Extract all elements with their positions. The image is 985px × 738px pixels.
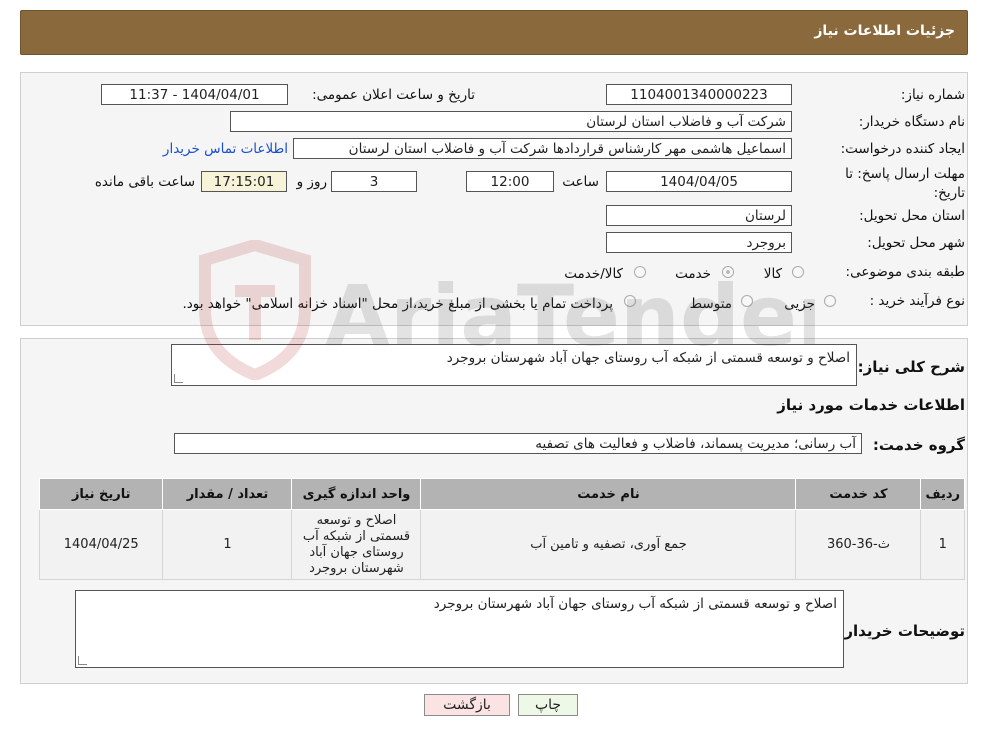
creator-label: ایجاد کننده درخواست: (840, 141, 965, 157)
col-need-date: تاریخ نیاز (38, 478, 164, 510)
cell-need-date: 1404/04/25 (38, 509, 164, 580)
creator-field: اسماعیل هاشمی مهر کارشناس قراردادها شرکت… (293, 138, 792, 159)
cell-row: 1 (920, 509, 965, 580)
col-row: ردیف (920, 478, 965, 510)
process-radio-minor[interactable] (824, 295, 836, 307)
service-group-field: آب رسانی؛ مدیریت پسماند، فاضلاب و فعالیت… (174, 433, 862, 454)
page-title: جزئیات اطلاعات نیاز (814, 23, 955, 39)
category-option-goods: کالا (763, 266, 782, 282)
city-label: شهر محل تحویل: (867, 235, 965, 251)
process-option-minor: جزیی (784, 296, 815, 312)
process-radio-medium[interactable] (741, 295, 753, 307)
service-group-label: گروه خدمت: (872, 436, 965, 454)
cell-unit: اصلاح و توسعه قسمتی از شبکه آب روستای جه… (291, 509, 422, 580)
need-number-field: 1104001340000223 (606, 84, 792, 105)
province-label: استان محل تحویل: (859, 208, 965, 224)
province-field: لرستان (606, 205, 792, 226)
remaining-label: ساعت باقی مانده (94, 174, 195, 190)
deadline-label: مهلت ارسال پاسخ: تا تاریخ: (810, 165, 965, 203)
deadline-time-label: ساعت (562, 174, 599, 190)
days-field: 3 (331, 171, 417, 192)
table-row: 1 ث-36-360 جمع آوری، تصفیه و تامین آب اص… (38, 509, 965, 580)
deadline-label-text: مهلت ارسال پاسخ: تا تاریخ: (845, 166, 965, 201)
need-number-label: شماره نیاز: (900, 87, 965, 103)
col-service-code: کد خدمت (795, 478, 922, 510)
buyer-notes-label: توضیحات خریدار: (838, 622, 965, 640)
page-header: جزئیات اطلاعات نیاز (20, 10, 968, 55)
col-quantity: تعداد / مقدار (162, 478, 293, 510)
back-button[interactable]: بازگشت (424, 694, 510, 716)
category-radio-goods[interactable] (792, 266, 804, 278)
cell-service-code: ث-36-360 (795, 509, 922, 580)
col-unit: واحد اندازه گیری (291, 478, 422, 510)
summary-textarea: اصلاح و توسعه قسمتی از شبکه آب روستای جه… (171, 344, 857, 386)
category-label: طبقه بندی موضوعی: (845, 264, 965, 280)
buyer-org-field: شرکت آب و فاضلاب استان لرستان (230, 111, 792, 132)
services-table: ردیف کد خدمت نام خدمت واحد اندازه گیری ت… (38, 478, 965, 580)
resize-grip-icon[interactable] (78, 656, 87, 665)
days-label: روز و (296, 174, 327, 190)
category-radio-goods-service[interactable] (634, 266, 646, 278)
process-label: نوع فرآیند خرید : (869, 293, 965, 309)
category-option-goods-service: کالا/خدمت (564, 266, 623, 282)
deadline-time-field: 12:00 (466, 171, 554, 192)
process-note: پرداخت تمام یا بخشی از مبلغ خرید،از محل … (182, 296, 613, 312)
city-field: بروجرد (606, 232, 792, 253)
summary-text: اصلاح و توسعه قسمتی از شبکه آب روستای جه… (446, 350, 850, 366)
announce-label: تاریخ و ساعت اعلان عمومی: (312, 87, 475, 103)
cell-quantity: 1 (162, 509, 293, 580)
col-service-name: نام خدمت (420, 478, 797, 510)
services-section-title: اطلاعات خدمات مورد نیاز (777, 396, 965, 414)
buyer-contact-link[interactable]: اطلاعات تماس خریدار (163, 141, 288, 157)
process-option-medium: متوسط (689, 296, 732, 312)
category-option-service: خدمت (675, 266, 711, 282)
deadline-date-field: 1404/04/05 (606, 171, 792, 192)
cell-service-name: جمع آوری، تصفیه و تامین آب (420, 509, 797, 580)
resize-grip-icon[interactable] (174, 374, 183, 383)
process-radio-treasury[interactable] (624, 295, 636, 307)
announce-field: 1404/04/01 - 11:37 (101, 84, 288, 105)
remaining-time-field: 17:15:01 (201, 171, 287, 192)
buyer-notes-textarea: اصلاح و توسعه قسمتی از شبکه آب روستای جه… (75, 590, 844, 668)
buyer-org-label: نام دستگاه خریدار: (858, 114, 965, 130)
summary-label: شرح کلی نیاز: (857, 358, 965, 376)
print-button[interactable]: چاپ (518, 694, 578, 716)
buyer-notes-text: اصلاح و توسعه قسمتی از شبکه آب روستای جه… (433, 596, 837, 612)
table-header-row: ردیف کد خدمت نام خدمت واحد اندازه گیری ت… (38, 478, 965, 510)
category-radio-service[interactable] (722, 266, 734, 278)
